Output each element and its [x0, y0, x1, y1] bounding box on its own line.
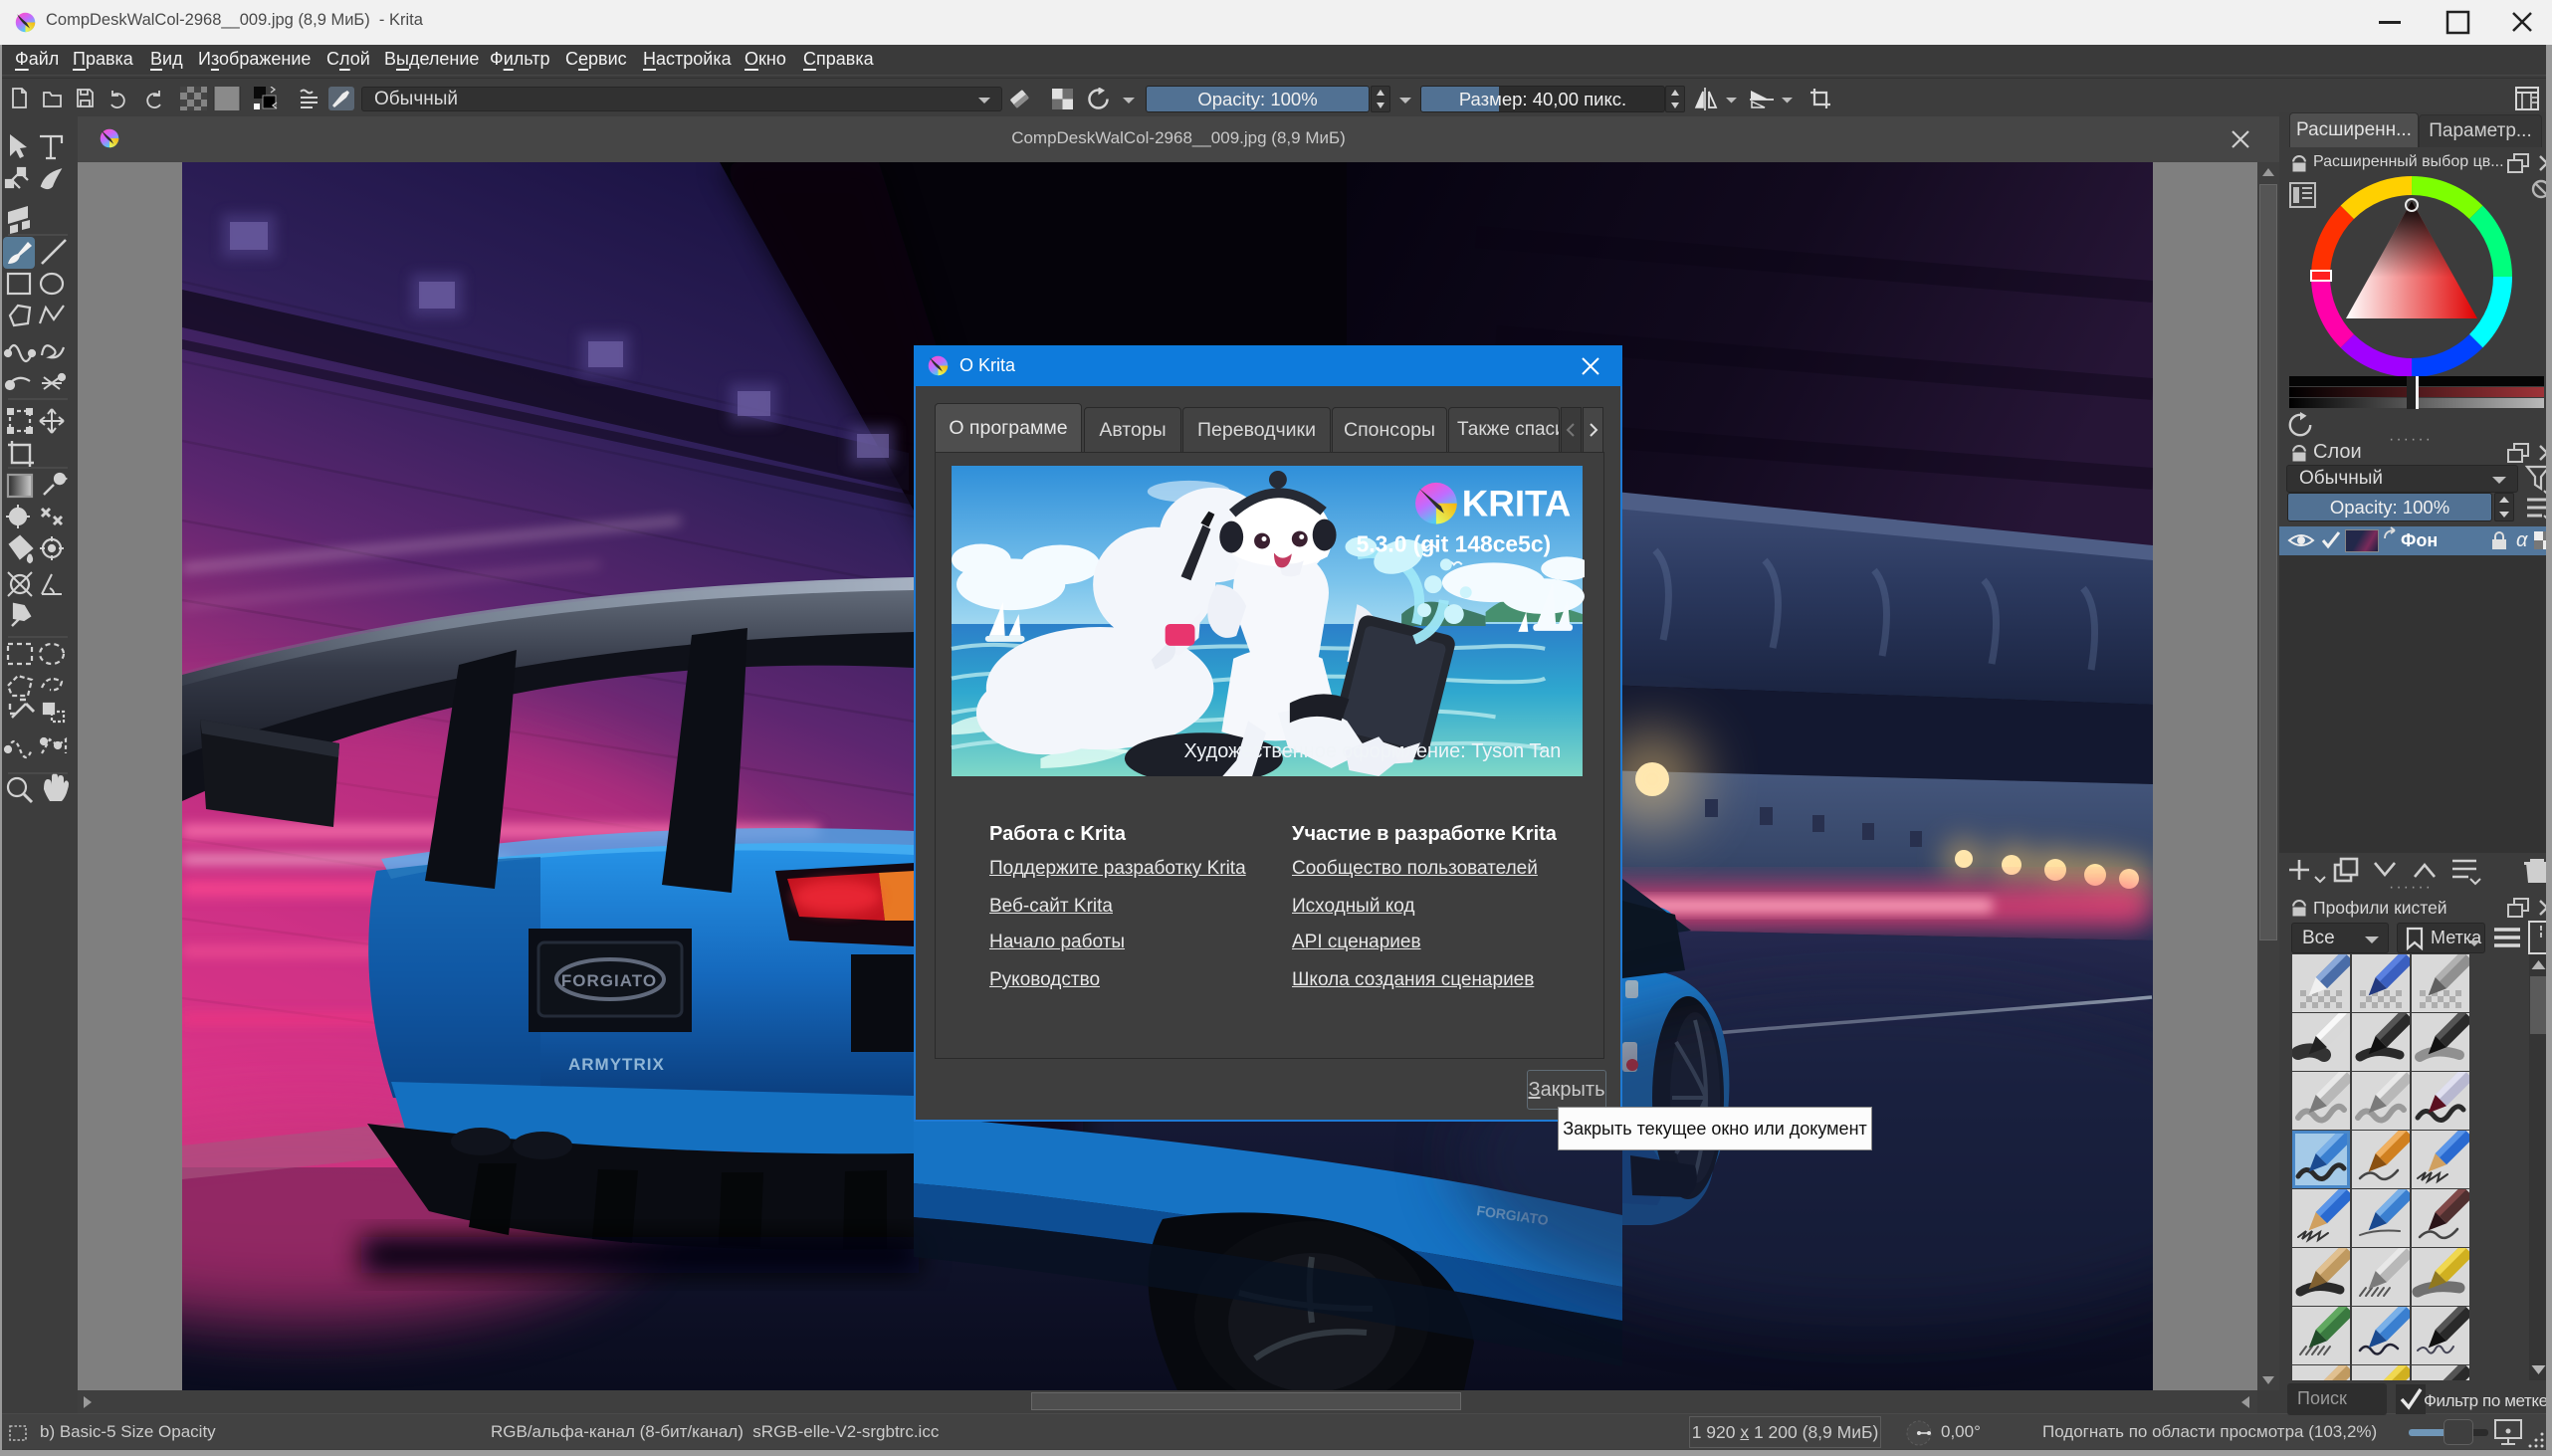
svg-text:FORGIATO: FORGIATO: [561, 971, 657, 990]
svg-text:5.3.0 (git 148ce5c): 5.3.0 (git 148ce5c): [1357, 530, 1552, 556]
svg-text:Художественное оформление: Tys: Художественное оформление: Tyson Tan: [1184, 740, 1562, 762]
svg-text:KRITA: KRITA: [1462, 484, 1572, 524]
svg-text:ARMYTRIX: ARMYTRIX: [568, 1055, 665, 1074]
